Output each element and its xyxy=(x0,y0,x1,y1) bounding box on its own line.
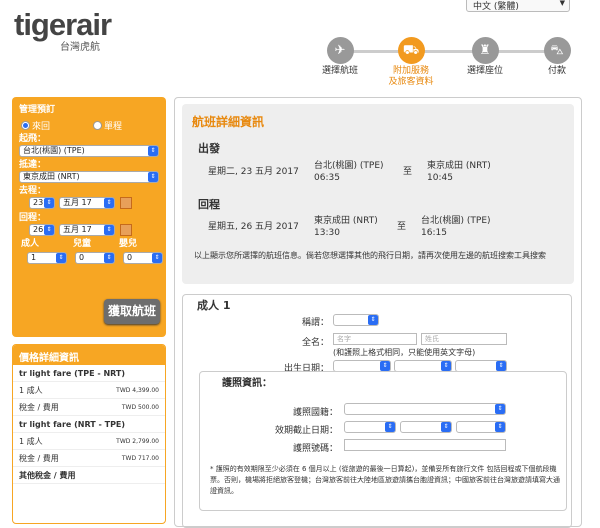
depart-label: 去程： xyxy=(19,186,47,196)
to-label: 抵達： xyxy=(19,160,47,170)
chevron-down-icon: ▼ xyxy=(559,0,565,7)
passport-number-label: 護照號碼： xyxy=(292,444,338,454)
return-label: 回程： xyxy=(19,213,47,223)
nationality-label: 護照國籍： xyxy=(292,408,338,418)
flight-note: 以上顯示您所選擇的航班信息。倘若您想選擇其他的飛行日期，請再次使用左邊的航班搜索… xyxy=(194,251,546,260)
expiry-month-select[interactable]: ⇕ xyxy=(400,421,452,433)
child-select[interactable]: 0 ⇕ xyxy=(75,252,115,264)
chevron-down-icon: ⇕ xyxy=(148,172,158,182)
return-date: 星期五, 26 五月 2017 xyxy=(208,222,299,232)
return-arr-time: 16:15 xyxy=(421,228,447,238)
outbound-title: 出發 xyxy=(198,142,220,155)
passport-title: 護照資訊： xyxy=(222,378,272,389)
calendar-icon[interactable] xyxy=(120,224,132,236)
brand-name: tigerair xyxy=(14,7,112,42)
step-payment[interactable]: ⛍ 付款 xyxy=(522,37,592,77)
return-origin: 東京成田 (NRT) xyxy=(314,216,378,226)
price-row: tr light fare (TPE - NRT) xyxy=(13,365,165,382)
panel-title: 管理預訂 xyxy=(19,105,56,115)
language-value: 中文 (繁體) xyxy=(473,2,519,12)
plane-icon: ✈ xyxy=(326,37,354,64)
chevron-down-icon: ⇕ xyxy=(148,146,158,156)
outbound-arr-time: 10:45 xyxy=(427,173,453,183)
outbound-dep-time: 06:35 xyxy=(314,173,340,183)
flight-details-title: 航班詳細資訊 xyxy=(192,115,265,129)
cart-icon: ⛍ xyxy=(543,37,571,64)
price-row: 稅金 / 費用 TWD 500.00 xyxy=(13,399,165,416)
adult-select[interactable]: 1 ⇕ xyxy=(27,252,67,264)
one-way-radio[interactable]: 單程 xyxy=(93,119,122,132)
to-select[interactable]: 東京成田 (NRT) ⇕ xyxy=(19,171,159,183)
passport-section: 護照資訊： 護照國籍： ⇕ 效期截止日期： ⇕ ⇕ ⇕ 護照號碼： * 護照的有… xyxy=(199,371,567,511)
return-month-select[interactable]: 五月 17 ⇕ xyxy=(59,224,115,236)
to-word: 至 xyxy=(397,222,407,232)
return-destination: 台北(桃園) (TPE) xyxy=(421,216,491,226)
child-label: 兒童 xyxy=(73,239,92,249)
step-label: 選擇座位 xyxy=(466,66,503,76)
step-addons[interactable]: ⛟ 附加服務 及旅客資料 xyxy=(376,37,446,88)
step-select-flight[interactable]: ✈ 選擇航班 xyxy=(305,37,375,77)
price-row: 其他稅金 / 費用 xyxy=(13,467,165,484)
passenger-form: 成人 1 稱謂： ⇕ 全名： 名字 姓氏 (和護照上格式相同，只能使用英文字母)… xyxy=(182,294,572,528)
expiry-year-select[interactable]: ⇕ xyxy=(456,421,506,433)
flight-details: 航班詳細資訊 出發 星期二, 23 五月 2017 台北(桃園) (TPE) 0… xyxy=(182,104,574,284)
panel-title: 價格詳細資訊 xyxy=(13,345,165,365)
depart-day-select[interactable]: 23 ⇕ xyxy=(29,197,55,209)
step-label: 選擇航班 xyxy=(321,66,358,76)
seat-icon: ♜ xyxy=(471,37,499,64)
return-title: 回程 xyxy=(198,198,220,211)
main-panel: 航班詳細資訊 出發 星期二, 23 五月 2017 台北(桃園) (TPE) 0… xyxy=(174,97,582,528)
expiry-label: 效期截止日期： xyxy=(274,426,338,436)
brand-logo[interactable]: tigerair 台灣虎航 xyxy=(14,7,112,54)
name-hint: (和護照上格式相同，只能使用英文字母) xyxy=(333,348,476,357)
from-label: 起飛： xyxy=(19,134,47,144)
price-row: 1 成人 TWD 4,399.00 xyxy=(13,382,165,399)
passenger-title: 成人 1 xyxy=(197,299,231,312)
luggage-icon: ⛟ xyxy=(397,37,425,64)
trip-type: 來回 單程 xyxy=(19,119,159,132)
step-label: 付款 xyxy=(547,66,566,76)
return-dep-time: 13:30 xyxy=(314,228,340,238)
price-row: 1 成人 TWD 2,799.00 xyxy=(13,433,165,450)
manage-booking-panel: 管理預訂 來回 單程 起飛： 台北(桃園) (TPE) ⇕ 抵達： 東京成田 (N… xyxy=(12,97,166,337)
language-select[interactable]: 中文 (繁體) ▼ xyxy=(466,0,570,12)
passport-number-input[interactable] xyxy=(344,439,506,451)
to-word: 至 xyxy=(403,167,413,177)
search-flights-button[interactable]: 獲取航班 xyxy=(104,299,160,324)
round-trip-radio[interactable]: 來回 xyxy=(21,119,50,132)
infant-select[interactable]: 0 ⇕ xyxy=(123,252,163,264)
infant-label: 嬰兒 xyxy=(119,239,138,249)
depart-month-select[interactable]: 五月 17 ⇕ xyxy=(59,197,115,209)
calendar-icon[interactable] xyxy=(120,197,132,209)
from-select[interactable]: 台北(桃園) (TPE) ⇕ xyxy=(19,145,159,157)
first-name-input[interactable]: 名字 xyxy=(333,333,417,345)
nationality-select[interactable]: ⇕ xyxy=(344,403,506,415)
salutation-label: 稱謂： xyxy=(301,318,329,328)
price-row: 稅金 / 費用 TWD 717.00 xyxy=(13,450,165,467)
price-row: tr light fare (NRT - TPE) xyxy=(13,416,165,433)
fullname-label: 全名： xyxy=(301,338,329,348)
brand-subtitle: 台灣虎航 xyxy=(60,42,100,53)
salutation-select[interactable]: ⇕ xyxy=(333,314,379,326)
outbound-origin: 台北(桃園) (TPE) xyxy=(314,161,384,171)
last-name-input[interactable]: 姓氏 xyxy=(421,333,507,345)
adult-label: 成人 xyxy=(21,239,40,249)
passport-note: * 護照的有效期限至少必須在 6 個月以上 (從旅遊的最後一日算起)，並備妥所有… xyxy=(210,465,560,495)
step-label: 附加服務 及旅客資料 xyxy=(388,66,434,87)
step-select-seat[interactable]: ♜ 選擇座位 xyxy=(450,37,520,77)
outbound-destination: 東京成田 (NRT) xyxy=(427,161,491,171)
outbound-date: 星期二, 23 五月 2017 xyxy=(208,167,299,177)
expiry-day-select[interactable]: ⇕ xyxy=(344,421,396,433)
price-details-panel: 價格詳細資訊 tr light fare (TPE - NRT) 1 成人 TWD… xyxy=(12,344,166,524)
return-day-select[interactable]: 26 ⇕ xyxy=(29,224,55,236)
